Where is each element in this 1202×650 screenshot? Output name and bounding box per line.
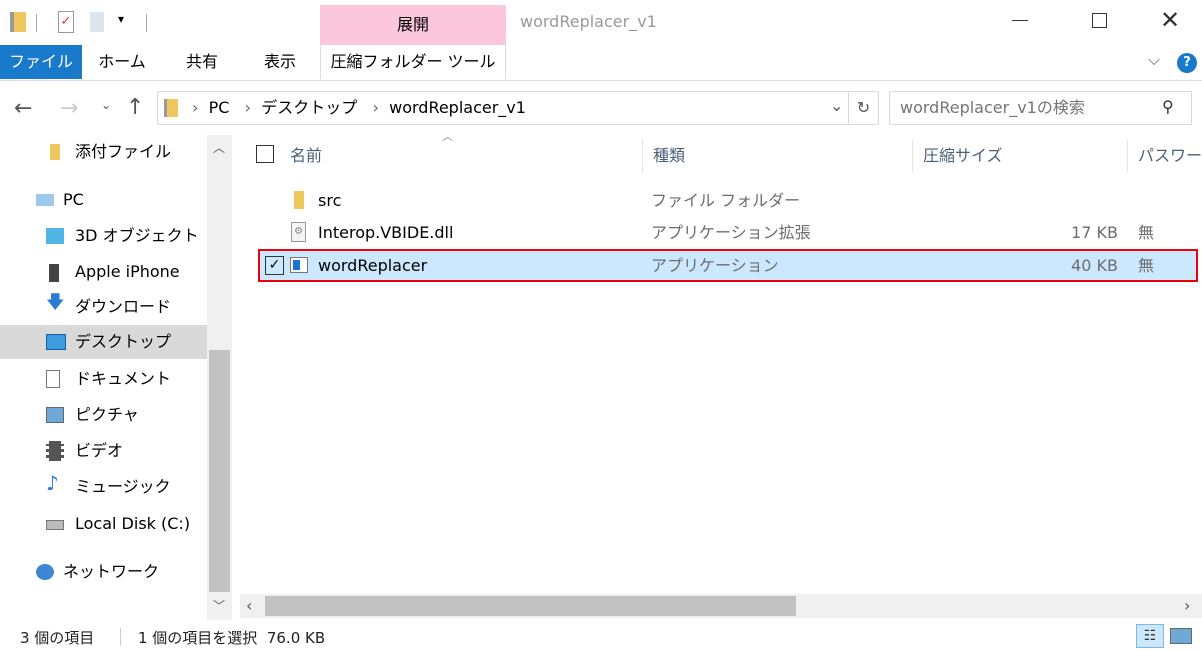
scroll-up-icon[interactable]: ︿ [213,139,225,156]
quick-access-toolbar: ✓ ▾ [10,10,150,36]
nav-item-downloads[interactable]: 🡇 ダウンロード [0,290,207,324]
pc-icon [36,194,54,206]
download-icon: 🡇 [46,292,65,313]
folder-icon [294,191,304,209]
up-button[interactable]: ↑ [126,95,144,120]
tab-view[interactable]: 表示 [244,45,316,79]
search-box[interactable]: ⚲ [889,91,1192,125]
properties-icon[interactable]: ✓ [58,11,74,33]
ribbon-expand-icon[interactable]: ⌵ [1148,50,1160,70]
column-header-name[interactable]: 名前 [290,140,322,172]
application-icon [290,257,308,273]
forward-button[interactable]: → [60,96,78,121]
breadcrumb-desktop[interactable]: デスクトップ [261,98,357,117]
nav-item-videos[interactable]: ビデオ [0,434,207,468]
dll-icon: ⚙ [291,222,306,242]
minimize-button[interactable] [1012,20,1028,21]
close-button[interactable]: ✕ [1160,6,1180,34]
network-icon [36,564,54,580]
nav-item-music[interactable]: ♪ ミュージック [0,470,207,504]
horizontal-scroll-thumb[interactable] [265,596,796,616]
scroll-down-icon[interactable]: ﹀ [213,597,225,614]
file-type: ファイル フォルダー [651,191,801,210]
nav-item-attachments[interactable]: 添付ファイル [0,135,207,169]
nav-scroll-thumb[interactable] [209,350,230,592]
file-name: Interop.VBIDE.dll [318,223,454,242]
column-header-compressed-size[interactable]: 圧縮サイズ [923,140,1003,172]
tab-file[interactable]: ファイル [0,45,82,79]
music-icon: ♪ [46,471,59,495]
file-password: 無 [1138,223,1155,242]
sort-indicator-icon: ︿ [442,130,453,143]
search-icon[interactable]: ⚲ [1162,97,1174,116]
breadcrumb-pc[interactable]: PC [209,98,230,117]
scroll-left-icon[interactable]: ‹ [246,596,252,615]
nav-item-documents[interactable]: ドキュメント [0,362,207,396]
column-header-password[interactable]: パスワード [1138,140,1202,172]
file-name: src [318,191,342,210]
file-size: 40 KB [1071,256,1118,275]
nav-item-pictures[interactable]: ピクチャ [0,398,207,432]
recent-locations-icon[interactable]: ⌄ [101,98,111,112]
file-password: 無 [1138,256,1155,275]
horizontal-scrollbar[interactable]: ‹ › [240,594,1202,618]
breadcrumb: › PC › デスクトップ › wordReplacer_v1 [192,98,526,117]
disk-icon [46,520,64,530]
zip-folder-icon [164,99,178,117]
tab-share[interactable]: 共有 [166,45,238,79]
nav-item-3d-objects[interactable]: 3D オブジェクト [0,219,207,253]
video-icon [46,441,64,461]
pictures-icon [46,407,64,423]
nav-item-apple-iphone[interactable]: Apple iPhone [0,255,207,289]
nav-item-desktop[interactable]: デスクトップ [0,325,207,359]
navigation-pane: 添付ファイル PC 3D オブジェクト Apple iPhone 🡇 ダウンロード… [0,135,232,620]
window-title: wordReplacer_v1 [520,12,657,31]
tab-compressed-folder-tools[interactable]: 圧縮フォルダー ツール [320,45,506,79]
nav-scrollbar[interactable]: ︿ ﹀ [207,135,232,620]
file-row-wordreplacer[interactable]: ✓ wordReplacer アプリケーション 40 KB 無 [258,249,1198,282]
zip-folder-icon [10,12,26,32]
details-view-button[interactable]: ☷ [1136,624,1164,648]
file-type: アプリケーション [651,256,779,275]
file-type: アプリケーション拡張 [651,223,811,242]
scroll-right-icon[interactable]: › [1184,596,1190,615]
file-name: wordReplacer [318,256,428,275]
nav-item-network[interactable]: ネットワーク [0,555,207,589]
maximize-button[interactable] [1092,13,1107,28]
folder-icon [50,144,60,160]
file-size: 17 KB [1071,223,1118,242]
help-icon[interactable]: ? [1177,53,1197,73]
status-item-count: 3 個の項目 [20,629,95,647]
row-checkbox[interactable]: ✓ [265,256,284,275]
customize-dropdown-icon[interactable]: ▾ [118,12,124,26]
large-icons-view-button[interactable] [1170,628,1192,644]
status-selection: 1 個の項目を選択 76.0 KB [138,629,326,647]
select-all-checkbox[interactable] [256,145,274,163]
context-group-label: 展開 [396,15,429,34]
desktop-icon [46,334,66,350]
phone-icon [49,264,59,282]
refresh-button[interactable]: ↻ [848,92,878,124]
new-folder-icon[interactable] [90,12,104,32]
document-icon [46,370,60,388]
tab-home[interactable]: ホーム [86,45,158,79]
file-row-interop-dll[interactable]: ⚙ Interop.VBIDE.dll アプリケーション拡張 17 KB 無 [258,217,1198,249]
search-input[interactable] [900,98,1150,117]
3d-objects-icon [46,228,64,244]
address-bar[interactable]: › PC › デスクトップ › wordReplacer_v1 ⌄ ↻ [157,91,879,125]
back-button[interactable]: ← [14,96,32,121]
file-row-src[interactable]: src ファイル フォルダー [258,185,1198,217]
address-dropdown-icon[interactable]: ⌄ [830,96,843,115]
breadcrumb-current[interactable]: wordReplacer_v1 [389,98,526,117]
nav-item-local-disk[interactable]: Local Disk (C:) [0,507,207,541]
nav-item-pc[interactable]: PC [0,183,207,217]
context-tab-group: 展開 [320,5,506,45]
column-header-type[interactable]: 種類 [653,140,685,172]
